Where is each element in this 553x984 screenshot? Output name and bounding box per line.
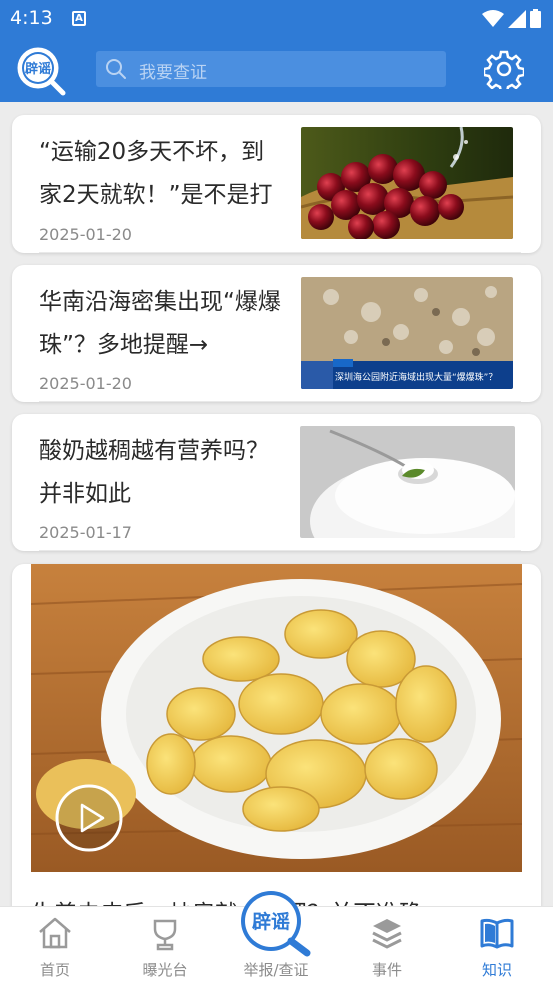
gear-icon xyxy=(482,50,526,94)
article-title: 酸奶越稠越有营养吗？并非如此 xyxy=(39,438,269,507)
news-caption: 深圳海公园附近海域出现大量“爆爆珠”？ xyxy=(335,371,497,383)
status-bar: 4:13 A xyxy=(0,0,553,38)
rumor-logo-icon: 辟谣 xyxy=(17,47,66,96)
report-logo-icon: 辟谣 xyxy=(241,891,311,957)
beach-news-photo: 深圳海公园附近海域出现大量“爆爆珠”？ xyxy=(301,277,513,389)
article-thumbnail xyxy=(300,426,515,538)
search-input[interactable]: 我要查证 xyxy=(96,51,446,87)
search-icon xyxy=(106,59,126,79)
signal-icon xyxy=(508,9,526,28)
wifi-icon xyxy=(482,9,504,27)
notification-icon: A xyxy=(72,11,86,26)
trophy-icon xyxy=(153,919,177,951)
video-card[interactable]: 生姜去皮后，炒房就会减肥？并不准确 xyxy=(12,564,541,906)
clock: 4:13 xyxy=(10,7,53,29)
article-feed[interactable]: “运输20多天不坏，到家2天就软！”是不是打 2025-01-20 华南沿海密集… xyxy=(0,102,553,906)
article-thumbnail xyxy=(301,127,513,239)
battery-icon xyxy=(530,9,541,28)
article-title: “运输20多天不坏，到家2天就软！”是不是打 xyxy=(39,139,273,208)
nav-exposure[interactable]: 曝光台 xyxy=(110,907,220,984)
nav-label: 曝光台 xyxy=(142,961,188,979)
nav-label: 知识 xyxy=(481,961,512,979)
article-title: 华南沿海密集出现“爆爆珠”？多地提醒→ xyxy=(39,289,281,358)
divider xyxy=(39,550,521,551)
nav-label: 事件 xyxy=(371,961,402,979)
nav-label: 首页 xyxy=(39,961,70,979)
article-card[interactable]: 酸奶越稠越有营养吗？并非如此 2025-01-17 xyxy=(12,414,541,551)
settings-button[interactable] xyxy=(482,49,526,94)
layers-icon xyxy=(372,919,402,949)
nav-events[interactable]: 事件 xyxy=(332,907,442,984)
search-placeholder: 我要查证 xyxy=(139,63,207,83)
article-date: 2025-01-20 xyxy=(39,225,132,244)
article-card[interactable]: 华南沿海密集出现“爆爆珠”？多地提醒→ 2025-01-20 深圳海公园附近海域… xyxy=(12,265,541,402)
book-icon xyxy=(480,918,514,949)
play-button-icon[interactable] xyxy=(54,783,124,853)
yogurt-photo xyxy=(300,426,515,538)
report-logo-text: 辟谣 xyxy=(252,910,290,933)
divider xyxy=(39,252,521,253)
bottom-nav: 首页 曝光台 辟谣 举报/查证 事件 知识 xyxy=(0,891,553,984)
nav-home[interactable]: 首页 xyxy=(0,907,110,984)
nav-knowledge[interactable]: 知识 xyxy=(442,907,552,984)
status-icons xyxy=(482,9,541,28)
article-thumbnail: 深圳海公园附近海域出现大量“爆爆珠”？ xyxy=(301,277,513,389)
video-thumbnail xyxy=(31,564,522,872)
app-header: 辟谣 我要查证 xyxy=(0,38,553,102)
nav-label: 举报/查证 xyxy=(243,961,309,979)
article-date: 2025-01-20 xyxy=(39,374,132,393)
app-logo[interactable]: 辟谣 xyxy=(16,46,66,96)
logo-text: 辟谣 xyxy=(25,61,51,77)
nav-report[interactable]: 辟谣 举报/查证 xyxy=(221,891,331,984)
article-date: 2025-01-17 xyxy=(39,523,132,542)
home-icon xyxy=(39,917,71,949)
article-card[interactable]: “运输20多天不坏，到家2天就软！”是不是打 2025-01-20 xyxy=(12,115,541,253)
divider xyxy=(39,401,521,402)
video-title: 生姜去皮后，炒房就会减肥？并不准确 xyxy=(31,894,422,906)
cherries-photo xyxy=(301,127,513,239)
